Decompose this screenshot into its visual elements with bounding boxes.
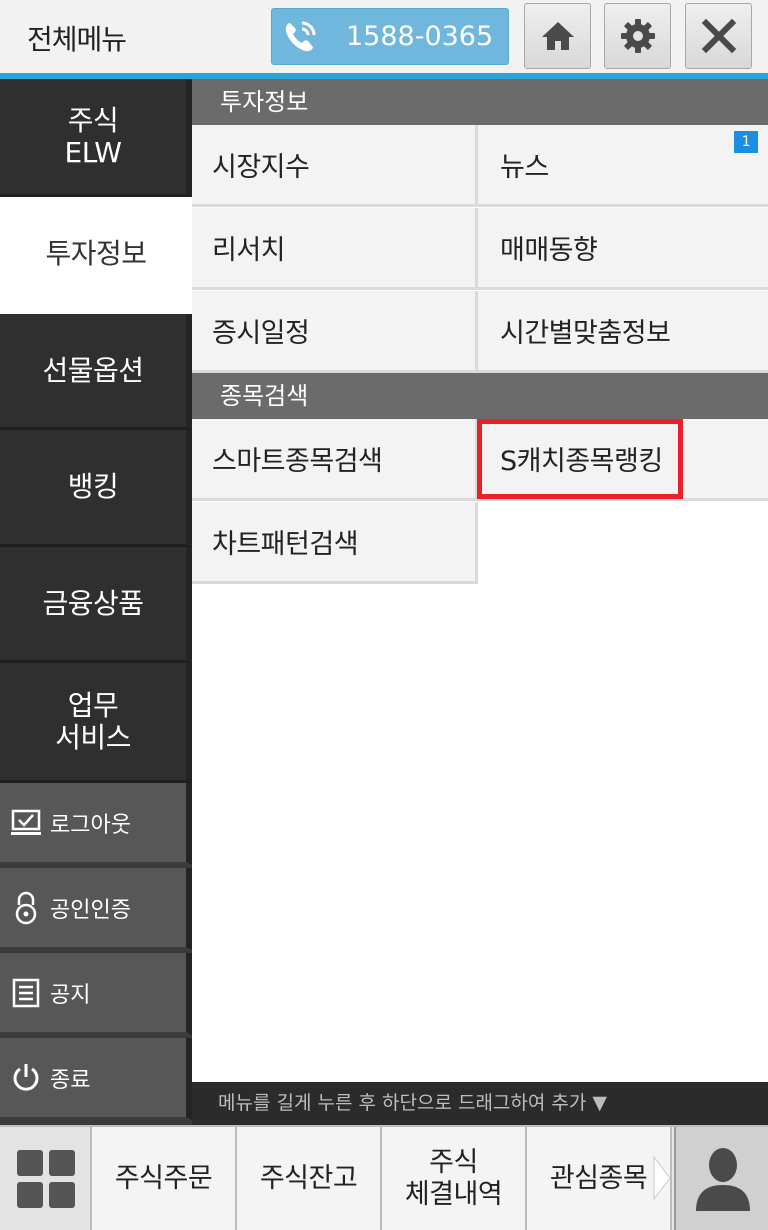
sidebar: 주식 ELW 투자정보 선물옵션 뱅킹 금융상품 업무 서비스 로그아웃 공인인… bbox=[0, 79, 192, 1125]
quick-stock-order[interactable]: 주식주문 bbox=[92, 1127, 237, 1230]
quick-item-label: 주식주문 bbox=[114, 1162, 213, 1194]
notice-label: 공지 bbox=[50, 982, 91, 1008]
logout-button[interactable]: 로그아웃 bbox=[0, 783, 192, 865]
exit-button[interactable]: 종료 bbox=[0, 1038, 192, 1120]
menu-item-smart-search[interactable]: 스마트종목검색 bbox=[192, 419, 478, 501]
grid-icon bbox=[17, 1150, 75, 1208]
gear-icon bbox=[621, 19, 655, 53]
menu-item-trading-trends[interactable]: 매매동향 bbox=[478, 208, 768, 290]
quick-watchlist[interactable]: 관심종목 bbox=[527, 1127, 672, 1230]
user-icon bbox=[696, 1148, 750, 1211]
quick-item-label: 주식 체결내역 bbox=[404, 1146, 503, 1210]
sidebar-item-label: 선물옵션 bbox=[42, 353, 144, 387]
quick-item-label: 주식잔고 bbox=[259, 1162, 358, 1194]
sidebar-item-label: 주식 ELW bbox=[64, 103, 122, 169]
menu-item-news[interactable]: 뉴스 1 bbox=[478, 125, 768, 207]
phone-icon bbox=[285, 21, 316, 52]
power-icon bbox=[13, 1063, 39, 1091]
header-bar: 전체메뉴 1588-0365 bbox=[0, 0, 768, 73]
menu-item-chart-pattern-search[interactable]: 차트패턴검색 bbox=[192, 502, 478, 584]
section-header-stock-search: 종목검색 bbox=[192, 373, 768, 419]
quick-stock-executions[interactable]: 주식 체결내역 bbox=[382, 1127, 527, 1230]
home-button[interactable] bbox=[524, 3, 591, 69]
menu-item-label: 리서치 bbox=[212, 235, 286, 266]
highlight-box bbox=[477, 419, 683, 499]
sidebar-item-label: 금융상품 bbox=[42, 586, 144, 620]
close-icon bbox=[701, 18, 737, 54]
sidebar-item-futures-options[interactable]: 선물옵션 bbox=[0, 314, 192, 430]
sidebar-item-investment-info[interactable]: 투자정보 bbox=[0, 197, 192, 314]
menu-item-label: 시장지수 bbox=[212, 152, 310, 183]
settings-button[interactable] bbox=[604, 3, 671, 69]
menu-item-market-schedule[interactable]: 증시일정 bbox=[192, 291, 478, 373]
menu-item-custom-info[interactable]: 시간별맞춤정보 bbox=[478, 291, 768, 373]
menu-item-label: 차트패턴검색 bbox=[212, 529, 359, 560]
menu-grid-button[interactable] bbox=[0, 1127, 92, 1230]
sidebar-item-label: 투자정보 bbox=[45, 237, 147, 270]
sidebar-item-label: 뱅킹 bbox=[67, 470, 119, 503]
page-title: 전체메뉴 bbox=[27, 23, 127, 56]
menu-item-market-index[interactable]: 시장지수 bbox=[192, 125, 478, 207]
menu-item-label: 스마트종목검색 bbox=[212, 446, 383, 477]
certificate-button[interactable]: 공인인증 bbox=[0, 868, 192, 950]
call-button[interactable]: 1588-0365 bbox=[271, 8, 509, 65]
sidebar-item-financial-products[interactable]: 금융상품 bbox=[0, 547, 192, 663]
phone-number: 1588-0365 bbox=[346, 21, 494, 52]
quick-item-label: 관심종목 bbox=[549, 1162, 648, 1194]
sidebar-item-banking[interactable]: 뱅킹 bbox=[0, 430, 192, 547]
logout-icon bbox=[11, 809, 41, 835]
sidebar-item-label: 업무 서비스 bbox=[55, 688, 131, 754]
notice-button[interactable]: 공지 bbox=[0, 953, 192, 1035]
bottom-toolbar: 주식주문 주식잔고 주식 체결내역 관심종목 bbox=[0, 1125, 768, 1230]
home-icon bbox=[542, 22, 574, 50]
menu-item-research[interactable]: 리서치 bbox=[192, 208, 478, 290]
menu-item-label: 매매동향 bbox=[500, 235, 598, 266]
notice-icon bbox=[12, 978, 40, 1007]
lock-icon bbox=[15, 891, 37, 924]
quick-stock-balance[interactable]: 주식잔고 bbox=[237, 1127, 382, 1230]
sidebar-item-business-services[interactable]: 업무 서비스 bbox=[0, 663, 192, 783]
certificate-label: 공인인증 bbox=[50, 897, 131, 923]
chevron-right-icon[interactable] bbox=[652, 1155, 672, 1201]
menu-item-label: 증시일정 bbox=[212, 318, 310, 349]
menu-item-label: 뉴스 bbox=[500, 152, 549, 183]
menu-item-label: 시간별맞춤정보 bbox=[500, 318, 671, 349]
logout-label: 로그아웃 bbox=[50, 812, 131, 838]
close-button[interactable] bbox=[685, 3, 752, 69]
section-header-investment-info: 투자정보 bbox=[192, 79, 768, 125]
sidebar-item-stock-elw[interactable]: 주식 ELW bbox=[0, 79, 192, 197]
drag-hint: 메뉴를 길게 누른 후 하단으로 드래그하여 추가 ▼ bbox=[192, 1082, 768, 1125]
exit-label: 종료 bbox=[50, 1067, 91, 1093]
profile-button[interactable] bbox=[674, 1127, 768, 1230]
news-count-badge: 1 bbox=[734, 131, 758, 153]
